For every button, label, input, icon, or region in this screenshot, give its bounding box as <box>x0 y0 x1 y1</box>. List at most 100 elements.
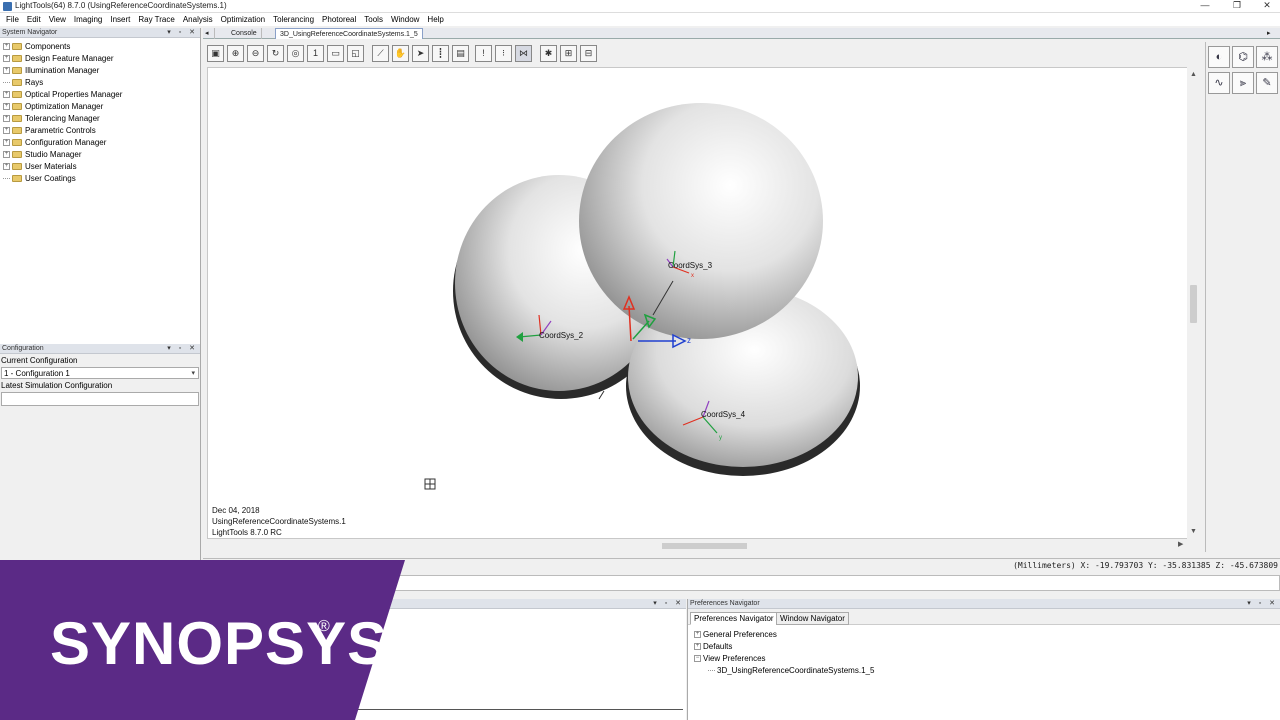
tree-item[interactable]: + Parametric Controls <box>0 124 200 136</box>
collapse-icon[interactable]: − <box>694 654 701 662</box>
stamp-file: UsingReferenceCoordinateSystems.1 <box>212 517 346 526</box>
preferences-tree-item[interactable]: 3D_UsingReferenceCoordinateSystems.1_5 <box>688 664 1280 676</box>
menu-ray-trace[interactable]: Ray Trace <box>134 14 178 26</box>
horizontal-scroll-thumb[interactable] <box>662 543 747 549</box>
select-pointer-icon[interactable]: ➤ <box>412 45 429 62</box>
illumination-icon[interactable]: ⌬ <box>1232 46 1254 68</box>
document-tabs: ◂ Console 3D_UsingReferenceCoordinateSys… <box>203 28 1280 39</box>
panel-controls[interactable]: ▾ ▫ ✕ <box>167 28 198 38</box>
tab-window-navigator[interactable]: Window Navigator <box>776 612 849 625</box>
preferences-tree-item[interactable]: + General Preferences <box>688 628 1280 640</box>
zoom-fit-icon[interactable]: ◎ <box>287 45 304 62</box>
scroll-down-icon[interactable]: ▼ <box>1187 528 1200 535</box>
tree-item[interactable]: + Components <box>0 40 200 52</box>
menu-tolerancing[interactable]: Tolerancing <box>269 14 318 26</box>
expand-icon[interactable]: + <box>694 630 701 638</box>
grid-icon[interactable]: ⊟ <box>580 45 597 62</box>
ellipsoid-coordsys-3[interactable] <box>579 103 823 339</box>
viewport-vertical-scrollbar[interactable]: ▲ ▼ <box>1187 67 1200 542</box>
viewport-horizontal-scrollbar[interactable]: ▶ <box>207 540 1187 552</box>
save-view-icon[interactable]: ▣ <box>207 45 224 62</box>
menu-tools[interactable]: Tools <box>360 14 387 26</box>
expand-icon[interactable]: + <box>3 102 10 110</box>
ray-trace-icon[interactable]: ⋈ <box>515 45 532 62</box>
rotate-icon[interactable]: ↻ <box>267 45 284 62</box>
tree-item[interactable]: User Coatings <box>0 172 200 184</box>
latest-simulation-field[interactable] <box>1 392 199 406</box>
tree-item[interactable]: + Tolerancing Manager <box>0 112 200 124</box>
menu-window[interactable]: Window <box>387 14 423 26</box>
menu-help[interactable]: Help <box>423 14 447 26</box>
3d-scene: z CoordSys_3 x CoordSys_2 CoordSys_4 y <box>424 103 860 490</box>
tree-item[interactable]: Rays <box>0 76 200 88</box>
tab-console[interactable]: Console <box>227 28 262 39</box>
tree-item[interactable]: + Optical Properties Manager <box>0 88 200 100</box>
tree-item[interactable]: + Studio Manager <box>0 148 200 160</box>
tree-item-label: Parametric Controls <box>25 125 96 135</box>
view-orientation-icon[interactable]: ◱ <box>347 45 364 62</box>
expand-icon[interactable]: + <box>3 90 10 98</box>
menu-optimization[interactable]: Optimization <box>217 14 269 26</box>
tree-item[interactable]: + User Materials <box>0 160 200 172</box>
vertical-scroll-thumb[interactable] <box>1190 285 1197 323</box>
pan-hand-icon[interactable]: ✋ <box>392 45 409 62</box>
frame-icon[interactable]: ▭ <box>327 45 344 62</box>
preferences-tree-item[interactable]: + Defaults <box>688 640 1280 652</box>
expand-icon[interactable]: + <box>3 54 10 62</box>
expand-icon[interactable]: + <box>3 162 10 170</box>
scroll-up-icon[interactable]: ▲ <box>1187 71 1200 78</box>
expand-icon[interactable]: + <box>3 138 10 146</box>
sparkle-icon[interactable]: ✱ <box>540 45 557 62</box>
beam-icon[interactable]: ⫸ <box>1232 72 1254 94</box>
folder-icon <box>12 54 22 62</box>
tab-preferences-navigator[interactable]: Preferences Navigator <box>690 612 778 625</box>
tree-item[interactable]: + Configuration Manager <box>0 136 200 148</box>
menu-insert[interactable]: Insert <box>106 14 134 26</box>
current-configuration-select[interactable]: 1 - Configuration 1 ▾ <box>1 367 199 379</box>
latest-simulation-label: Latest Simulation Configuration <box>1 381 113 390</box>
tab-scroll-left[interactable]: ◂ <box>203 28 215 39</box>
tree-item[interactable]: + Illumination Manager <box>0 64 200 76</box>
menu-file[interactable]: File <box>2 14 23 26</box>
3d-viewport[interactable]: z CoordSys_3 x CoordSys_2 CoordSys_4 y D… <box>207 67 1194 539</box>
preferences-tree-item[interactable]: − View Preferences <box>688 652 1280 664</box>
lens-icon[interactable]: ◐ <box>1208 46 1230 68</box>
spheres-icon[interactable]: ⁂ <box>1256 46 1278 68</box>
expand-icon[interactable]: + <box>3 114 10 122</box>
zoom-out-icon[interactable]: ⊖ <box>247 45 264 62</box>
zoom-in-icon[interactable]: ⊕ <box>227 45 244 62</box>
tab-3d-view[interactable]: 3D_UsingReferenceCoordinateSystems.1_5 <box>275 28 423 39</box>
expand-icon[interactable]: + <box>3 66 10 74</box>
tree-connector <box>3 177 10 179</box>
maximize-button[interactable]: ❐ <box>1222 0 1252 12</box>
coordsys-3-x-label: x <box>691 273 694 279</box>
slice-icon[interactable]: ┋ <box>432 45 449 62</box>
expand-icon[interactable]: + <box>3 42 10 50</box>
wrench-icon[interactable]: ✎ <box>1256 72 1278 94</box>
ruler-icon[interactable]: ▤ <box>452 45 469 62</box>
lock-icon[interactable]: ⊞ <box>560 45 577 62</box>
zoom-one-icon[interactable]: 1 <box>307 45 324 62</box>
menu-analysis[interactable]: Analysis <box>179 14 217 26</box>
menu-photoreal[interactable]: Photoreal <box>318 14 360 26</box>
expand-icon[interactable]: + <box>694 642 701 650</box>
panel-controls[interactable]: ▾ ▫ ✕ <box>653 599 684 609</box>
wave-icon[interactable]: ∿ <box>1208 72 1230 94</box>
tree-item[interactable]: + Design Feature Manager <box>0 52 200 64</box>
scroll-right-icon[interactable]: ▶ <box>1178 540 1183 548</box>
panel-controls[interactable]: ▾ ▫ ✕ <box>1247 599 1278 609</box>
menu-imaging[interactable]: Imaging <box>70 14 106 26</box>
tree-item[interactable]: + Optimization Manager <box>0 100 200 112</box>
cursor-crosshair-icon <box>424 478 436 490</box>
tab-scroll-right[interactable]: ▸ <box>1263 28 1275 39</box>
menu-view[interactable]: View <box>45 14 70 26</box>
info-icon[interactable]: ! <box>475 45 492 62</box>
menu-edit[interactable]: Edit <box>23 14 45 26</box>
close-button[interactable]: ✕ <box>1252 0 1280 12</box>
probe-icon[interactable]: ⁝ <box>495 45 512 62</box>
minimize-button[interactable]: — <box>1190 0 1220 12</box>
axes-icon[interactable]: ⟋ <box>372 45 389 62</box>
expand-icon[interactable]: + <box>3 126 10 134</box>
panel-controls[interactable]: ▾ ▫ ✕ <box>167 344 198 354</box>
expand-icon[interactable]: + <box>3 150 10 158</box>
